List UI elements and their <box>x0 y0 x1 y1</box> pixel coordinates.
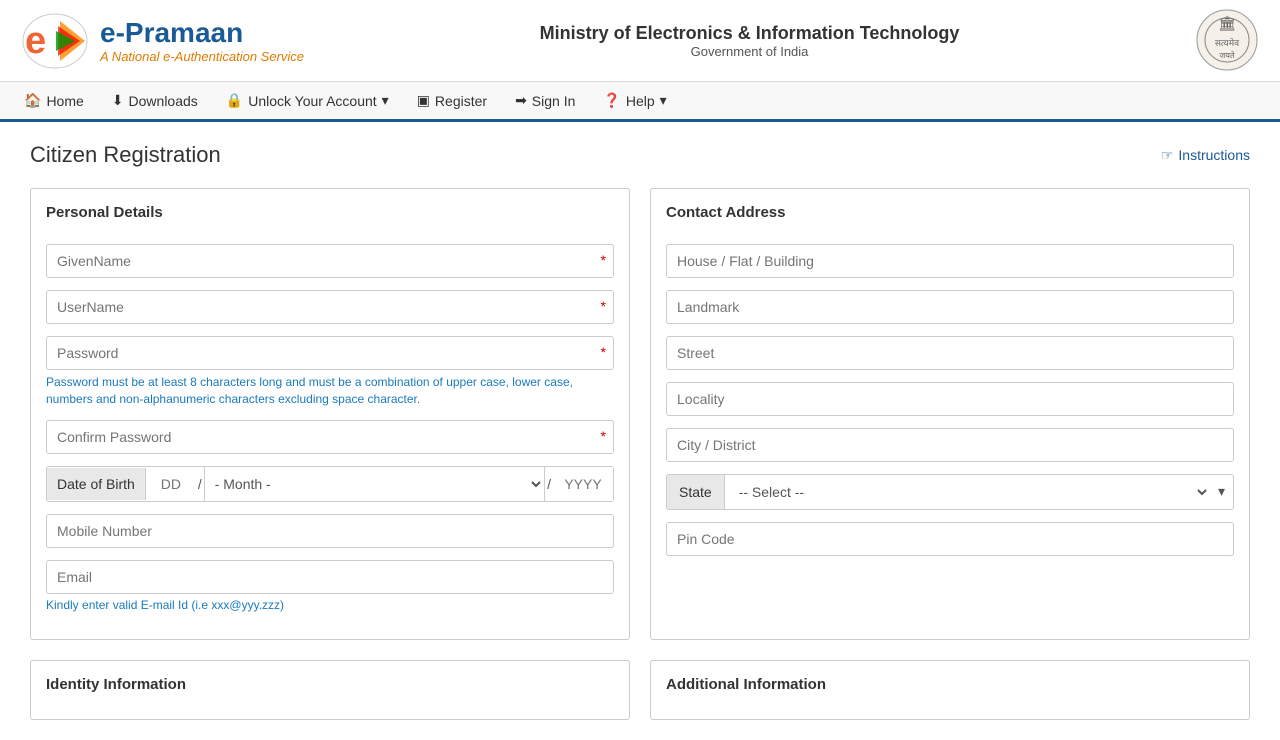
pincode-group <box>666 522 1234 556</box>
city-input[interactable] <box>666 428 1234 462</box>
register-icon: ▣ <box>417 92 430 109</box>
page-title: Citizen Registration <box>30 142 221 168</box>
email-group: Kindly enter valid E-mail Id (i.e xxx@yy… <box>46 560 614 612</box>
username-group: * <box>46 290 614 324</box>
contact-address-panel: Contact Address <box>650 188 1250 640</box>
svg-text:जयते: जयते <box>1219 50 1235 60</box>
nav-unlock-label: Unlock Your Account <box>248 93 376 109</box>
identity-information-panel: Identity Information <box>30 660 630 720</box>
state-label: State <box>667 475 725 509</box>
ministry-name: Ministry of Electronics & Information Te… <box>304 23 1195 44</box>
email-hint: Kindly enter valid E-mail Id (i.e xxx@yy… <box>46 598 614 612</box>
instructions-link[interactable]: ☞ Instructions <box>1161 147 1250 164</box>
instructions-label: Instructions <box>1178 147 1250 163</box>
nav-help[interactable]: ❓ Help ▾ <box>589 82 680 119</box>
logo-area: e e-Pramaan A National e-Authentication … <box>20 11 304 71</box>
gov-subtitle: Government of India <box>304 44 1195 59</box>
main-content: Citizen Registration ☞ Instructions Pers… <box>0 122 1280 740</box>
dob-sep-1: / <box>196 468 204 500</box>
confirm-password-required: * <box>601 428 606 444</box>
gov-info: Ministry of Electronics & Information Te… <box>304 23 1195 59</box>
gov-emblem: 🏛 सत्यमेव जयते <box>1195 8 1260 73</box>
logo-text: e-Pramaan A National e-Authentication Se… <box>100 17 304 64</box>
dob-row: Date of Birth / - Month - January Februa… <box>46 466 614 502</box>
state-group: State -- Select -- Andhra Pradesh Delhi … <box>666 474 1234 510</box>
svg-text:🏛: 🏛 <box>1218 15 1236 31</box>
svg-text:e: e <box>25 20 46 62</box>
password-input[interactable] <box>46 336 614 370</box>
svg-text:सत्यमेव: सत्यमेव <box>1215 37 1240 48</box>
page-title-row: Citizen Registration ☞ Instructions <box>30 142 1250 168</box>
additional-info-title: Additional Information <box>666 676 1234 693</box>
street-group <box>666 336 1234 370</box>
mobile-input[interactable] <box>46 514 614 548</box>
password-group: * Password must be at least 8 characters… <box>46 336 614 408</box>
unlock-chevron-icon: ▾ <box>382 92 389 109</box>
city-group <box>666 428 1234 462</box>
dob-group: Date of Birth / - Month - January Februa… <box>46 466 614 502</box>
state-chevron-icon: ▾ <box>1210 475 1233 509</box>
home-icon: 🏠 <box>24 92 41 109</box>
locality-group <box>666 382 1234 416</box>
pincode-input[interactable] <box>666 522 1234 556</box>
state-row: State -- Select -- Andhra Pradesh Delhi … <box>666 474 1234 510</box>
password-required: * <box>601 344 606 360</box>
contact-address-title: Contact Address <box>666 204 1234 229</box>
dob-label: Date of Birth <box>47 468 146 500</box>
confirm-password-group: * <box>46 420 614 454</box>
site-tagline: A National e-Authentication Service <box>100 49 304 64</box>
signin-icon: ➡ <box>515 92 527 109</box>
email-input[interactable] <box>46 560 614 594</box>
street-input[interactable] <box>666 336 1234 370</box>
landmark-group <box>666 290 1234 324</box>
nav-downloads-label: Downloads <box>129 93 198 109</box>
confirm-password-input[interactable] <box>46 420 614 454</box>
identity-info-title: Identity Information <box>46 676 614 693</box>
epramaan-logo-icon: e <box>20 11 90 71</box>
nav-home[interactable]: 🏠 Home <box>10 82 98 119</box>
password-hint: Password must be at least 8 characters l… <box>46 374 614 408</box>
house-input[interactable] <box>666 244 1234 278</box>
mobile-group <box>46 514 614 548</box>
nav-home-label: Home <box>46 93 83 109</box>
lock-icon: 🔒 <box>226 92 243 109</box>
help-icon: ❓ <box>603 92 620 109</box>
personal-details-title: Personal Details <box>46 204 614 229</box>
given-name-input[interactable] <box>46 244 614 278</box>
landmark-input[interactable] <box>666 290 1234 324</box>
nav-signin[interactable]: ➡ Sign In <box>501 82 589 119</box>
download-icon: ⬇ <box>112 92 124 109</box>
dob-month-select[interactable]: - Month - January February March April M… <box>204 467 545 501</box>
dob-year-input[interactable] <box>553 468 613 500</box>
nav-unlock[interactable]: 🔒 Unlock Your Account ▾ <box>212 82 403 119</box>
nav-register[interactable]: ▣ Register <box>403 82 501 119</box>
nav-register-label: Register <box>435 93 487 109</box>
locality-input[interactable] <box>666 382 1234 416</box>
personal-details-panel: Personal Details * * * Password must be … <box>30 188 630 640</box>
dob-day-input[interactable] <box>146 468 196 500</box>
dob-sep-2: / <box>545 468 553 500</box>
main-navbar: 🏠 Home ⬇ Downloads 🔒 Unlock Your Account… <box>0 82 1280 122</box>
state-select[interactable]: -- Select -- Andhra Pradesh Delhi Mahara… <box>725 475 1210 509</box>
given-name-group: * <box>46 244 614 278</box>
given-name-required: * <box>601 252 606 268</box>
help-chevron-icon: ▾ <box>660 92 667 109</box>
username-required: * <box>601 298 606 314</box>
additional-information-panel: Additional Information <box>650 660 1250 720</box>
main-form-row: Personal Details * * * Password must be … <box>30 188 1250 640</box>
bottom-panels-row: Identity Information Additional Informat… <box>30 660 1250 720</box>
house-group <box>666 244 1234 278</box>
site-name: e-Pramaan <box>100 17 304 49</box>
nav-downloads[interactable]: ⬇ Downloads <box>98 82 212 119</box>
nav-help-label: Help <box>626 93 655 109</box>
instructions-finger-icon: ☞ <box>1161 147 1174 164</box>
nav-signin-label: Sign In <box>532 93 576 109</box>
page-header: e e-Pramaan A National e-Authentication … <box>0 0 1280 82</box>
username-input[interactable] <box>46 290 614 324</box>
